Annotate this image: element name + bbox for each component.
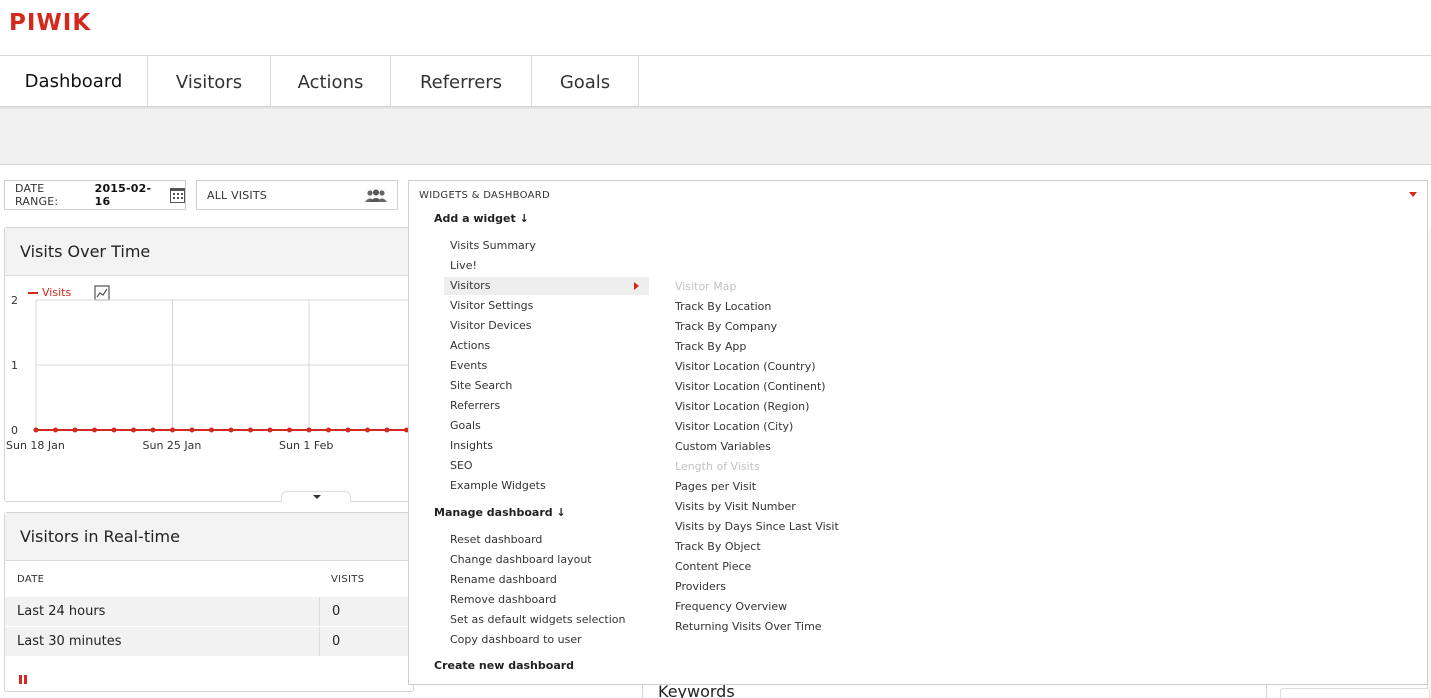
widget-option-length-of-visits: Length of Visits <box>675 460 760 473</box>
main-menu: Dashboard Visitors Actions Referrers Goa… <box>0 56 639 110</box>
piwik-logo[interactable]: PIWIK <box>9 10 91 36</box>
widget-option-pages-per-visit[interactable]: Pages per Visit <box>675 480 756 493</box>
widget-option-frequency-overview[interactable]: Frequency Overview <box>675 600 787 613</box>
widget-title[interactable]: Visitors in Real-time <box>5 513 413 561</box>
data-point <box>131 427 136 433</box>
tab-actions[interactable]: Actions <box>271 56 391 108</box>
widget-category-goals[interactable]: Goals <box>444 417 649 435</box>
data-point <box>287 427 292 433</box>
manage-rename-dashboard[interactable]: Rename dashboard <box>444 571 649 589</box>
widget-category-site-search[interactable]: Site Search <box>444 377 649 395</box>
row-date: Last 24 hours <box>17 604 106 619</box>
data-point <box>170 427 175 433</box>
y-tick-label: 1 <box>11 359 18 372</box>
widget-option-providers[interactable]: Providers <box>675 580 726 593</box>
data-point <box>345 427 351 433</box>
widget-category-visitors[interactable]: Visitors <box>444 277 649 295</box>
pause-icon[interactable] <box>19 669 27 688</box>
widget-option-track-by-company[interactable]: Track By Company <box>675 320 777 333</box>
widget-category-live[interactable]: Live! <box>444 257 649 275</box>
widget-option-content-piece[interactable]: Content Piece <box>675 560 751 573</box>
widget-category-seo[interactable]: SEO <box>444 457 649 475</box>
manage-change-dashboard-layout[interactable]: Change dashboard layout <box>444 551 649 569</box>
date-range-label: DATE RANGE: <box>15 182 59 208</box>
widget-option-visits-by-visit-number[interactable]: Visits by Visit Number <box>675 500 796 513</box>
tab-visitors[interactable]: Visitors <box>148 56 271 108</box>
widget-category-insights[interactable]: Insights <box>444 437 649 455</box>
data-point <box>306 427 312 433</box>
visits-chart: 0 1 2 Sun 18 Jan Sun 25 Jan Sun 1 Feb <box>6 294 410 452</box>
widget-option-visitor-location-region[interactable]: Visitor Location (Region) <box>675 400 809 413</box>
x-tick-label: Sun 18 Jan <box>6 439 65 452</box>
manage-remove-dashboard[interactable]: Remove dashboard <box>444 591 649 609</box>
widget-option-track-by-location[interactable]: Track By Location <box>675 300 771 313</box>
widget-option-visitor-map: Visitor Map <box>675 280 737 293</box>
widget-option-track-by-app[interactable]: Track By App <box>675 340 746 353</box>
dropdown-arrow-icon[interactable] <box>1409 192 1417 197</box>
widget-title[interactable]: Visits Over Time <box>5 228 413 276</box>
tab-dashboard[interactable]: Dashboard <box>0 56 148 110</box>
data-point <box>33 427 39 433</box>
widget-option-returning-visits-over-time[interactable]: Returning Visits Over Time <box>675 620 822 633</box>
data-point <box>326 427 331 433</box>
x-tick-label: Sun 1 Feb <box>279 439 333 452</box>
chevron-down-icon <box>313 495 321 499</box>
x-tick-label: Sun 25 Jan <box>143 439 202 452</box>
segment-selector[interactable]: ALL VISITS <box>196 180 398 210</box>
tab-goals[interactable]: Goals <box>532 56 639 108</box>
data-point <box>72 427 78 433</box>
add-widget-heading[interactable]: Add a widget ↓ <box>434 212 529 225</box>
widget-category-actions[interactable]: Actions <box>444 337 649 355</box>
widgets-dashboard-dropdown[interactable]: WIDGETS & DASHBOARD Add a widget ↓ Visit… <box>408 180 1428 685</box>
widget-option-visitor-location-city[interactable]: Visitor Location (City) <box>675 420 793 433</box>
tab-referrers[interactable]: Referrers <box>391 56 532 108</box>
submenu-bar <box>0 109 1431 165</box>
row-date: Last 30 minutes <box>17 634 122 649</box>
data-point <box>150 427 156 433</box>
table-row: Last 30 minutes 0 <box>5 627 409 656</box>
manage-dashboard-heading[interactable]: Manage dashboard ↓ <box>434 506 566 519</box>
row-visits: 0 <box>332 634 341 649</box>
widget-category-visitor-devices[interactable]: Visitor Devices <box>444 317 649 335</box>
widget-option-custom-variables[interactable]: Custom Variables <box>675 440 771 453</box>
calendar-icon[interactable] <box>170 187 186 203</box>
submenu-arrow-icon <box>634 282 639 290</box>
date-range-selector[interactable]: DATE RANGE: 2015-02-16 <box>4 180 186 210</box>
widget-category-example-widgets[interactable]: Example Widgets <box>444 477 649 495</box>
create-dashboard-link[interactable]: Create new dashboard <box>434 659 574 672</box>
data-point <box>92 427 97 433</box>
manage-copy-dashboard-to-user[interactable]: Copy dashboard to user <box>444 631 649 649</box>
row-visits: 0 <box>332 604 341 619</box>
y-tick-label: 0 <box>11 424 18 437</box>
widget-category-events[interactable]: Events <box>444 357 649 375</box>
widget-edge <box>1280 688 1430 698</box>
data-point <box>384 427 390 433</box>
manage-reset-dashboard[interactable]: Reset dashboard <box>444 531 649 549</box>
widget-option-visits-by-days-since-last-visit[interactable]: Visits by Days Since Last Visit <box>675 520 839 533</box>
people-icon <box>365 189 387 202</box>
widget-option-track-by-object[interactable]: Track By Object <box>675 540 761 553</box>
chart-expand-handle[interactable] <box>281 491 351 502</box>
data-point <box>365 427 370 433</box>
data-point <box>228 427 234 433</box>
data-point <box>267 427 273 433</box>
y-tick-label: 2 <box>11 294 18 307</box>
data-point <box>209 427 214 433</box>
data-point <box>248 427 253 433</box>
date-range-value: 2015-02-16 <box>94 182 152 208</box>
data-point <box>53 427 58 433</box>
manage-set-as-default-widgets-selection[interactable]: Set as default widgets selection <box>444 611 649 629</box>
table-row: Last 24 hours 0 <box>5 597 409 626</box>
data-point <box>111 427 117 433</box>
widget-option-visitor-location-country[interactable]: Visitor Location (Country) <box>675 360 816 373</box>
widget-category-visits-summary[interactable]: Visits Summary <box>444 237 649 255</box>
dropdown-title[interactable]: WIDGETS & DASHBOARD <box>419 190 550 201</box>
widget-category-visitor-settings[interactable]: Visitor Settings <box>444 297 649 315</box>
segment-label: ALL VISITS <box>207 188 267 202</box>
widget-option-visitor-location-continent[interactable]: Visitor Location (Continent) <box>675 380 826 393</box>
column-header-visits[interactable]: VISITS <box>331 574 364 585</box>
column-header-date[interactable]: DATE <box>17 574 44 585</box>
widget-category-referrers[interactable]: Referrers <box>444 397 649 415</box>
data-point <box>189 427 195 433</box>
